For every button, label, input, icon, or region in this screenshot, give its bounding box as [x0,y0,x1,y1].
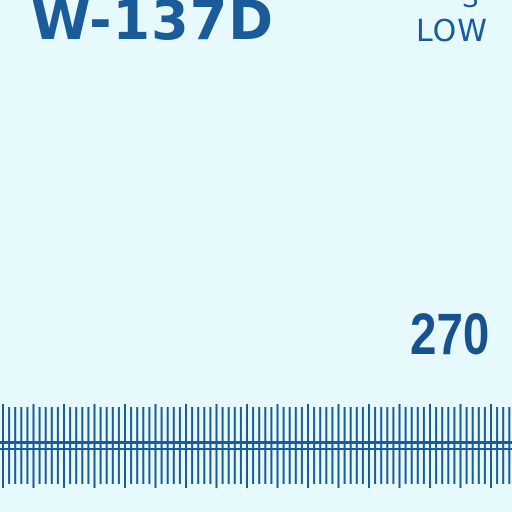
chart-id-label: W-137D [31,0,275,52]
tick-mark [166,407,169,484]
tick-mark [465,407,468,484]
tick-mark [264,407,267,484]
tick-mark [172,407,175,484]
tick-mark [416,407,419,484]
tick-mark [349,407,352,484]
tick-mark [69,407,72,484]
tick-mark [44,407,47,484]
tick-mark [386,407,389,484]
tick-mark [252,407,255,484]
tick-mark [319,407,322,484]
tick-mark [81,407,84,484]
tick-mark [447,407,450,484]
tick-mark [300,407,303,484]
tick-mark [288,407,291,484]
tick-mark [459,404,462,488]
tick-mark [490,404,492,488]
tick-mark [471,407,474,484]
tick-mark [368,404,370,488]
tick-mark [410,407,413,484]
tick-mark [246,404,248,488]
tick-mark [2,404,4,488]
tick-mark [117,407,120,484]
tick-mark [203,407,206,484]
tick-mark [215,404,218,488]
tick-mark [38,407,41,484]
tick-mark [270,407,273,484]
tick-mark [191,407,194,484]
tick-mark [56,407,59,484]
tick-mark [239,407,242,484]
scale-line-upper [0,441,512,444]
tick-mark [148,407,151,484]
tick-mark [178,407,181,484]
tick-mark [227,407,230,484]
tick-mark [337,404,340,488]
tick-mark [20,407,23,484]
tick-mark [441,407,444,484]
tick-mark [50,407,53,484]
tick-mark [75,407,78,484]
tick-mark [14,407,17,484]
tick-mark [105,407,108,484]
tick-mark [307,404,309,488]
tick-mark [111,407,114,484]
tick-mark [63,404,65,488]
tick-mark [258,407,261,484]
tick-mark [404,407,407,484]
tick-mark [185,404,187,488]
tick-mark [197,407,200,484]
tick-mark [282,407,285,484]
tick-mark [276,404,279,488]
tick-mark [294,407,297,484]
tick-mark [343,407,346,484]
tick-mark [26,407,29,484]
tick-mark [8,407,11,484]
tick-mark [429,404,431,488]
tick-mark [435,407,438,484]
low-label: LOW [416,14,488,49]
tick-mark [233,407,236,484]
tick-mark [93,404,96,488]
tick-mark [392,407,395,484]
top-right-partial-text: S [462,0,479,12]
tick-mark [313,407,316,484]
tick-mark [422,407,425,484]
tick-scale [0,404,512,488]
tick-mark [142,407,145,484]
tick-mark [502,407,505,484]
heading-value: 270 [410,302,490,367]
tick-mark [453,407,456,484]
tick-mark [209,407,212,484]
tick-mark [124,404,126,488]
tick-mark [380,407,383,484]
tick-mark [374,407,377,484]
tick-mark [32,404,35,488]
tick-mark [496,407,499,484]
tick-mark [325,407,328,484]
tick-mark [154,404,157,488]
scale-line-lower [0,448,512,450]
tick-mark [398,404,401,488]
tick-mark [221,407,224,484]
tick-mark [130,407,133,484]
tick-mark [508,407,511,484]
tick-mark [136,407,139,484]
tick-mark [477,407,480,484]
tick-mark [331,407,334,484]
tick-mark [160,407,163,484]
tick-mark [361,407,364,484]
tick-mark [355,407,358,484]
tick-marks [2,404,511,488]
tick-mark [99,407,102,484]
tick-mark [87,407,90,484]
tick-mark [483,407,486,484]
